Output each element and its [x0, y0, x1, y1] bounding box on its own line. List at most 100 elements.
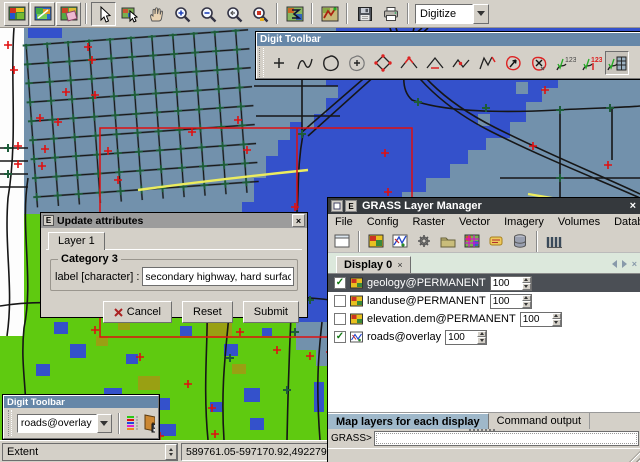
- bottom-tabs: Map layers for each display Command outp…: [328, 412, 640, 429]
- add-raster-icon[interactable]: [365, 231, 387, 251]
- category-groupbox: Category 3 label [character] :: [50, 253, 298, 291]
- pointer-icon[interactable]: [91, 2, 116, 26]
- menu-vector[interactable]: Vector: [452, 216, 497, 228]
- profile-icon[interactable]: [317, 2, 342, 26]
- reset-button[interactable]: Reset: [182, 301, 233, 323]
- cancel-button[interactable]: Cancel: [103, 301, 172, 323]
- edit-layer-dropdown-button[interactable]: [97, 414, 112, 433]
- add-vector-icon[interactable]: [389, 231, 411, 251]
- layer-manager-statusbar: [328, 448, 640, 462]
- layer-row-elevation[interactable]: elevation.dem@PERMANENT 100: [328, 310, 640, 328]
- add-vertex-icon[interactable]: [397, 51, 421, 75]
- new-display-icon[interactable]: [331, 231, 353, 251]
- command-input[interactable]: [374, 431, 639, 446]
- zoom-out-icon[interactable]: [195, 2, 220, 26]
- close-icon[interactable]: ×: [292, 214, 305, 227]
- svg-text:123: 123: [591, 57, 602, 64]
- remove-vertex-icon[interactable]: [423, 51, 447, 75]
- split-line-icon[interactable]: [449, 51, 473, 75]
- add-labels-icon[interactable]: [485, 231, 507, 251]
- menubar: File Config Raster Vector Imagery Volume…: [328, 214, 640, 230]
- display-map-icon[interactable]: [4, 2, 29, 26]
- opacity-spinbox[interactable]: 100: [490, 294, 532, 309]
- drag-handle[interactable]: [469, 429, 495, 431]
- menu-file[interactable]: File: [328, 216, 360, 228]
- layer-checkbox[interactable]: [334, 295, 346, 307]
- window-icon: E: [345, 200, 357, 212]
- digitize-new-centroid-icon[interactable]: [345, 51, 369, 75]
- digitize-new-line-icon[interactable]: [293, 51, 317, 75]
- layer-manager-titlebar[interactable]: E GRASS Layer Manager ×: [328, 198, 640, 214]
- add-command-icon[interactable]: [413, 231, 435, 251]
- layer-row-roads[interactable]: ✓ roads@overlay 100: [328, 328, 640, 346]
- tab-close-icon[interactable]: ×: [397, 260, 402, 270]
- query-icon[interactable]: [117, 2, 142, 26]
- dialog-titlebar[interactable]: E Update attributes ×: [41, 213, 307, 228]
- layer-row-geology[interactable]: ✓ geology@PERMANENT 100: [328, 274, 640, 292]
- spinner-icon[interactable]: [165, 444, 177, 460]
- display-attributes-icon[interactable]: [605, 51, 629, 75]
- close-icon[interactable]: ×: [627, 200, 639, 212]
- menu-raster[interactable]: Raster: [406, 216, 452, 228]
- opacity-spinbox[interactable]: 100: [520, 312, 562, 327]
- menu-volumes[interactable]: Volumes: [551, 216, 607, 228]
- digitize-new-boundary-icon[interactable]: [319, 51, 343, 75]
- submit-button[interactable]: Submit: [243, 301, 299, 323]
- display-tabs: Display 0 × ×: [328, 253, 640, 273]
- dialog-title: Update attributes: [57, 215, 289, 227]
- save-icon[interactable]: [352, 2, 377, 26]
- save-and-exit-icon[interactable]: [141, 413, 155, 433]
- layer-checkbox[interactable]: [334, 313, 346, 325]
- measure-icon[interactable]: [282, 2, 307, 26]
- zoom-last-icon[interactable]: [221, 2, 246, 26]
- tab-list-close-icon[interactable]: ×: [632, 259, 637, 269]
- edit-line-icon[interactable]: [475, 51, 499, 75]
- tool-mode-combobox[interactable]: Digitize: [415, 4, 489, 24]
- zoom-in-icon[interactable]: [169, 2, 194, 26]
- toolbar-separator: [276, 3, 278, 24]
- opacity-spinbox[interactable]: 100: [490, 276, 532, 291]
- redraw-map-icon[interactable]: [30, 2, 55, 26]
- layer-row-landuse[interactable]: landuse@PERMANENT 100: [328, 292, 640, 310]
- zoom-region-icon[interactable]: [247, 2, 272, 26]
- tool-mode-dropdown-button[interactable]: [473, 4, 489, 24]
- open-workspace-icon[interactable]: [437, 231, 459, 251]
- digitize-new-point-icon[interactable]: [267, 51, 291, 75]
- attribute-table-icon[interactable]: [509, 231, 531, 251]
- raster-layer-icon: [350, 313, 363, 326]
- restore-icon[interactable]: [331, 200, 343, 212]
- print-icon[interactable]: [378, 2, 403, 26]
- digit-settings-titlebar[interactable]: Digit Toolbar: [4, 396, 158, 408]
- histogram-icon[interactable]: [543, 231, 565, 251]
- tab-scroll-left-icon[interactable]: [612, 260, 617, 268]
- tab-layer-1[interactable]: Layer 1: [48, 232, 105, 250]
- tab-display-0[interactable]: Display 0 ×: [336, 256, 411, 273]
- menu-config[interactable]: Config: [360, 216, 406, 228]
- toolbar-grip[interactable]: [8, 410, 12, 436]
- label-field[interactable]: [143, 268, 293, 285]
- pan-icon[interactable]: [143, 2, 168, 26]
- symbology-legend-icon[interactable]: [126, 414, 138, 432]
- delete-element-icon[interactable]: [527, 51, 551, 75]
- menu-database[interactable]: Database: [607, 216, 640, 228]
- dialog-panel: Category 3 label [character] :: [46, 249, 302, 294]
- layer-checkbox[interactable]: ✓: [334, 331, 346, 343]
- statusbar-mode-combobox[interactable]: Extent: [2, 443, 178, 461]
- move-element-icon[interactable]: [501, 51, 525, 75]
- toolbar-grip[interactable]: [259, 48, 264, 77]
- erase-map-icon[interactable]: [56, 2, 81, 26]
- digit-toolbar-titlebar[interactable]: Digit Toolbar: [257, 33, 640, 46]
- opacity-spinbox[interactable]: 100: [445, 330, 487, 345]
- add-grid-icon[interactable]: [461, 231, 483, 251]
- menu-imagery[interactable]: Imagery: [497, 216, 551, 228]
- resize-grip[interactable]: [628, 450, 640, 462]
- move-vertex-icon[interactable]: [371, 51, 395, 75]
- display-categories-icon[interactable]: 123: [553, 51, 577, 75]
- copy-categories-icon[interactable]: 123: [579, 51, 603, 75]
- tab-command-output[interactable]: Command output: [489, 413, 590, 429]
- tab-scroll-right-icon[interactable]: [622, 260, 627, 268]
- layer-checkbox[interactable]: ✓: [334, 277, 346, 289]
- edit-layer-combobox[interactable]: roads@overlay: [17, 414, 112, 433]
- svg-text:123: 123: [565, 57, 576, 64]
- tab-map-layers[interactable]: Map layers for each display: [328, 413, 489, 429]
